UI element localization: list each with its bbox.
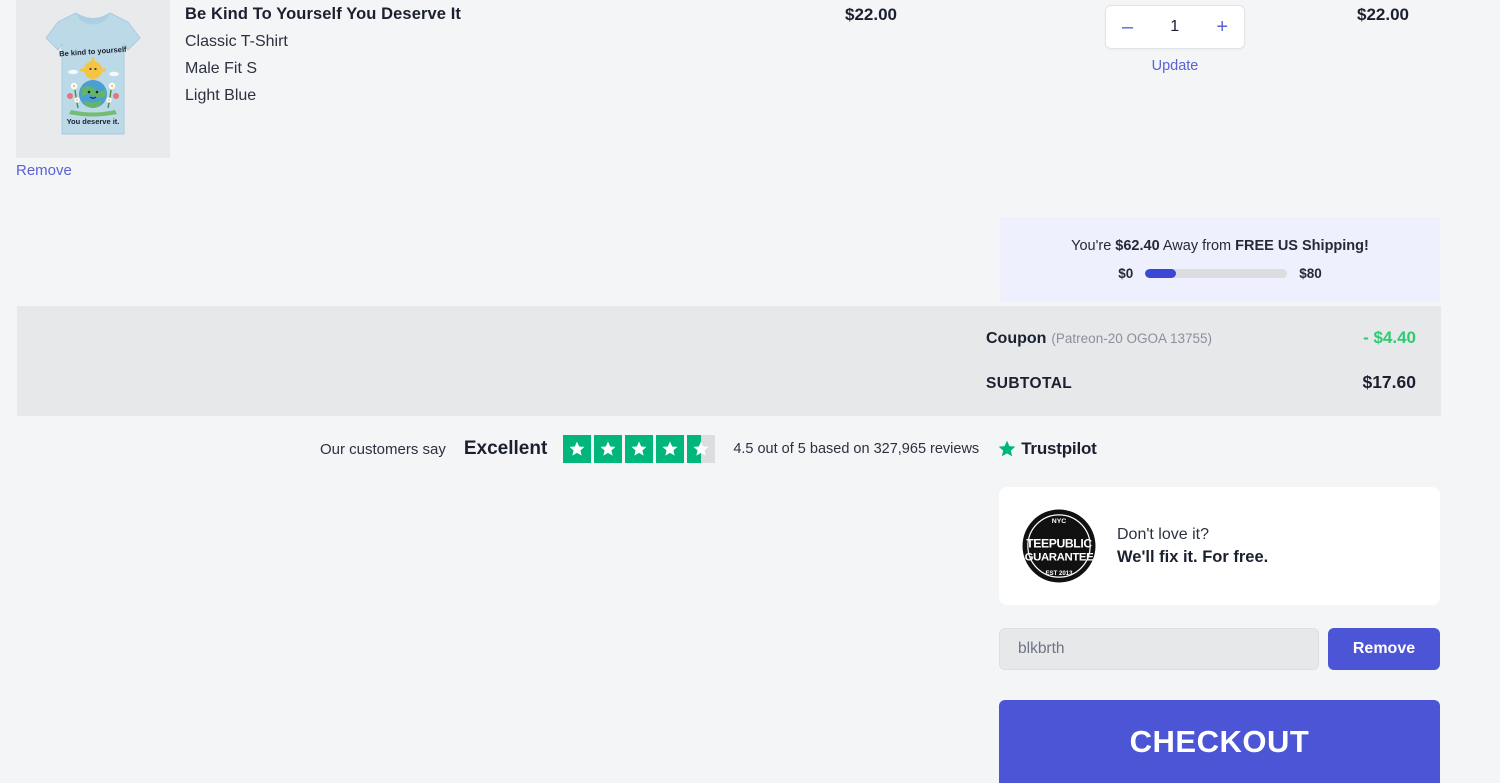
trustpilot-review-summary: 4.5 out of 5 based on 327,965 reviews	[733, 441, 980, 457]
subtotal-amount: $17.60	[1362, 372, 1416, 392]
tshirt-graphic: Be kind to yourself You deserve it.	[16, 0, 170, 158]
trustpilot-prefix: Our customers say	[320, 440, 446, 458]
coupon-code-input[interactable]	[999, 628, 1319, 670]
star-icon	[594, 435, 623, 463]
coupon-label: Coupon	[986, 330, 1047, 347]
trustpilot-logo[interactable]: Trustpilot	[997, 439, 1097, 459]
svg-text:TEEPUBLIC: TEEPUBLIC	[1026, 537, 1092, 551]
shipping-amount-away: $62.40	[1115, 238, 1160, 254]
coupon-code: (Patreon-20 OGOA 13755)	[1051, 331, 1213, 346]
coupon-remove-button[interactable]: Remove	[1328, 628, 1440, 670]
coupon-form: Remove	[999, 628, 1440, 670]
svg-text:NYC: NYC	[1052, 518, 1066, 525]
trustpilot-stars	[563, 435, 716, 463]
product-thumbnail[interactable]: Be kind to yourself You deserve it.	[16, 0, 170, 158]
product-color: Light Blue	[185, 87, 257, 104]
update-quantity-link[interactable]: Update	[1105, 58, 1245, 74]
star-icon	[656, 435, 685, 463]
trustpilot-brand-name: Trustpilot	[1021, 439, 1097, 458]
coupon-label-group: Coupon (Patreon-20 OGOA 13755)	[986, 330, 1212, 348]
shipping-max-label: $80	[1299, 266, 1322, 281]
free-shipping-message: You're $62.40 Away from FREE US Shipping…	[1071, 238, 1369, 254]
svg-text:GUARANTEE: GUARANTEE	[1025, 551, 1095, 563]
coupon-discount-amount: - $4.40	[1363, 328, 1416, 347]
product-details: Be Kind To Yourself You Deserve It Class…	[185, 5, 805, 105]
quantity-increase-button[interactable]: +	[1216, 17, 1228, 37]
guarantee-line-1: Don't love it?	[1117, 525, 1209, 543]
quantity-decrease-button[interactable]: –	[1122, 17, 1133, 37]
shipping-prefix: You're	[1071, 238, 1116, 254]
unit-price: $22.00	[845, 5, 897, 24]
shipping-progress-fill	[1145, 269, 1177, 278]
quantity-value[interactable]: 1	[1170, 18, 1179, 36]
checkout-button[interactable]: CHECKOUT	[999, 700, 1440, 783]
free-shipping-panel: You're $62.40 Away from FREE US Shipping…	[1000, 217, 1440, 302]
product-fit-size: Male Fit S	[185, 60, 258, 77]
remove-item-link[interactable]: Remove	[16, 162, 72, 179]
star-half-icon	[687, 435, 716, 463]
shipping-progress-track	[1145, 269, 1288, 278]
shipping-progress-row: $0 $80	[1118, 266, 1322, 281]
svg-text:EST 2013: EST 2013	[1045, 570, 1073, 577]
trustpilot-star-icon	[998, 440, 1016, 457]
star-icon	[625, 435, 654, 463]
product-title[interactable]: Be Kind To Yourself You Deserve It	[185, 5, 805, 24]
guarantee-card: NYC TEEPUBLIC GUARANTEE EST 2013 Don't l…	[999, 487, 1440, 605]
quantity-section: – 1 + Update	[1105, 5, 1245, 74]
product-type: Classic T-Shirt	[185, 33, 288, 50]
totals-panel: Coupon (Patreon-20 OGOA 13755) - $4.40 SU…	[17, 306, 1441, 416]
coupon-summary-row: Coupon (Patreon-20 OGOA 13755) - $4.40	[986, 328, 1416, 348]
guarantee-line-2: We'll fix it. For free.	[1117, 547, 1269, 566]
subtotal-label: SUBTOTAL	[986, 375, 1073, 392]
shipping-middle: Away from	[1159, 238, 1236, 254]
svg-text:You deserve it.: You deserve it.	[67, 117, 120, 126]
line-total: $22.00	[1357, 5, 1409, 24]
quantity-stepper[interactable]: – 1 +	[1105, 5, 1245, 49]
cart-page: Be kind to yourself You deserve it. Remo…	[0, 0, 1500, 783]
teepublic-guarantee-badge-icon: NYC TEEPUBLIC GUARANTEE EST 2013	[1022, 509, 1096, 583]
shipping-min-label: $0	[1118, 266, 1134, 281]
subtotal-row: SUBTOTAL $17.60	[986, 372, 1416, 393]
trustpilot-widget[interactable]: Our customers say Excellent 4.5 out of 5…	[320, 435, 1097, 463]
guarantee-text: Don't love it? We'll fix it. For free.	[1117, 526, 1268, 567]
shipping-goal: FREE US Shipping!	[1235, 238, 1369, 254]
trustpilot-rating-word: Excellent	[463, 438, 548, 459]
star-icon	[563, 435, 592, 463]
